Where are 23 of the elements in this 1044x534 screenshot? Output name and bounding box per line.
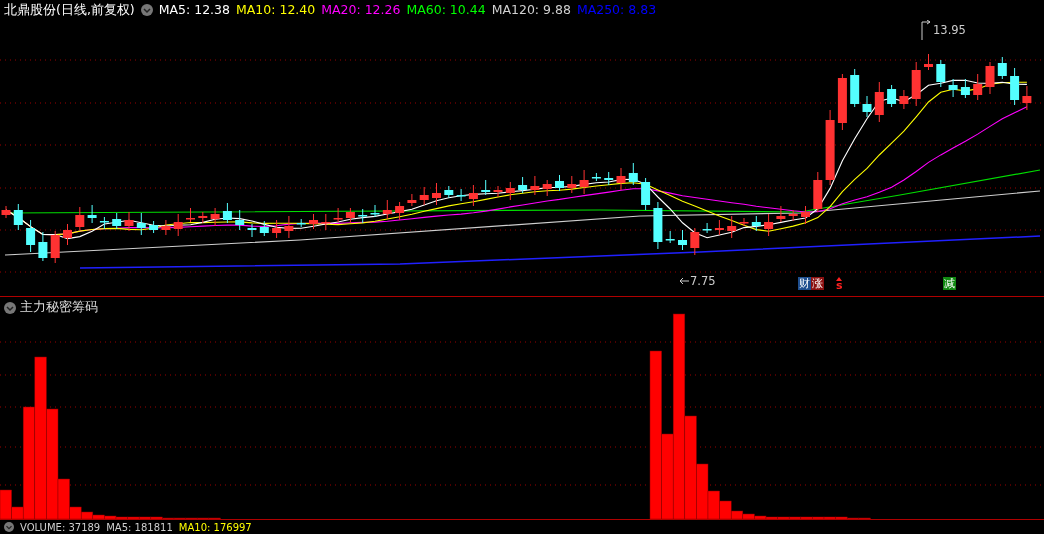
price-label: 13.95: [933, 23, 966, 37]
event-badge[interactable]: 财: [798, 277, 811, 290]
dropdown-icon[interactable]: [4, 522, 14, 532]
arrow-icon: [678, 276, 689, 286]
volume-reading: VOLUME: 37189: [20, 521, 101, 533]
price-label: 7.75: [690, 274, 716, 288]
dropdown-icon[interactable]: [4, 301, 16, 314]
event-badge[interactable]: s: [836, 281, 843, 290]
moving-average-reading: MA5: 12.38: [158, 3, 230, 17]
moving-average-reading: MA10: 12.40: [236, 3, 316, 17]
dropdown-icon[interactable]: [140, 4, 153, 16]
volume-reading: MA5: 181811: [106, 521, 173, 533]
event-badge[interactable]: 减: [942, 277, 956, 290]
indicator-title: 主力秘密筹码: [20, 299, 98, 316]
moving-average-reading: MA120: 9.88: [491, 3, 571, 17]
up-arrow-icon: [836, 277, 843, 281]
moving-average-reading: MA250: 8.83: [576, 3, 657, 17]
arrow-icon: [921, 20, 932, 40]
moving-average-reading: MA20: 12.26: [321, 3, 401, 17]
moving-average-reading: MA60: 10.44: [406, 3, 486, 17]
stock-title: 北鼎股份(日线,前复权): [4, 3, 135, 17]
event-badge[interactable]: 涨: [811, 277, 824, 290]
volume-reading: MA10: 176997: [178, 521, 252, 533]
